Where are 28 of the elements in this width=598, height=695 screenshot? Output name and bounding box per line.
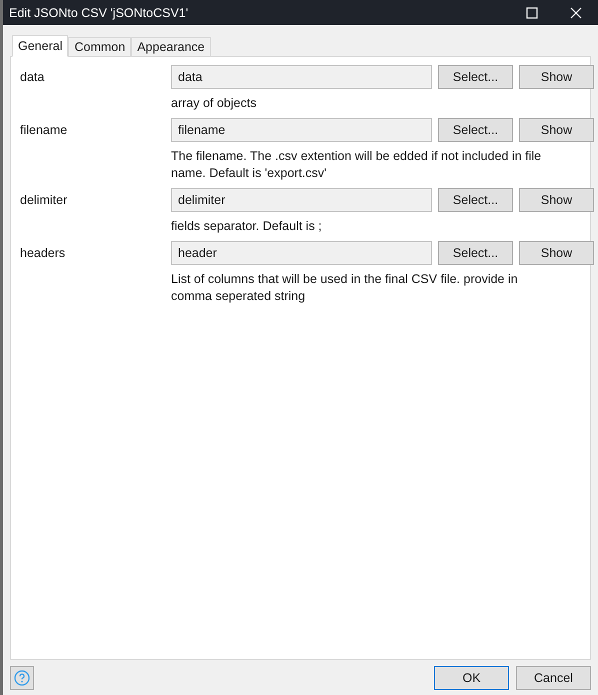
show-button[interactable]: Show bbox=[519, 65, 594, 89]
property-label: filename bbox=[20, 123, 68, 137]
tab[interactable]: Common bbox=[68, 37, 132, 57]
select-button[interactable]: Select... bbox=[438, 118, 513, 142]
property-description: List of columns that will be used in the final CSV file. provide in comma seperated string bbox=[171, 271, 519, 305]
tab[interactable]: Appearance bbox=[131, 37, 211, 57]
cancel-button[interactable]: Cancel bbox=[516, 666, 591, 690]
input-field[interactable]: delimiter bbox=[171, 188, 432, 212]
property-label: data bbox=[20, 70, 46, 84]
help-icon bbox=[14, 670, 30, 686]
input-field[interactable]: header bbox=[171, 241, 432, 265]
property-description: The filename. The .csv extention will be edded if not included in file name. Default is 'export.csv' bbox=[171, 148, 542, 182]
show-button[interactable]: Show bbox=[519, 118, 594, 142]
ok-button[interactable]: OK bbox=[434, 666, 509, 690]
input-field[interactable]: data bbox=[171, 65, 432, 89]
property-label: delimiter bbox=[20, 193, 68, 207]
tab[interactable]: General bbox=[12, 35, 68, 57]
property-description: array of objects bbox=[171, 95, 258, 112]
select-button[interactable]: Select... bbox=[438, 65, 513, 89]
help-button[interactable] bbox=[10, 666, 34, 690]
property-description: fields separator. Default is ; bbox=[171, 218, 323, 235]
property-label: headers bbox=[20, 246, 66, 260]
show-button[interactable]: Show bbox=[519, 241, 594, 265]
show-button[interactable]: Show bbox=[519, 188, 594, 212]
select-button[interactable]: Select... bbox=[438, 241, 513, 265]
input-field[interactable]: filename bbox=[171, 118, 432, 142]
window-title: Edit JSONto CSV 'jSONtoCSV1' bbox=[9, 6, 190, 20]
select-button[interactable]: Select... bbox=[438, 188, 513, 212]
